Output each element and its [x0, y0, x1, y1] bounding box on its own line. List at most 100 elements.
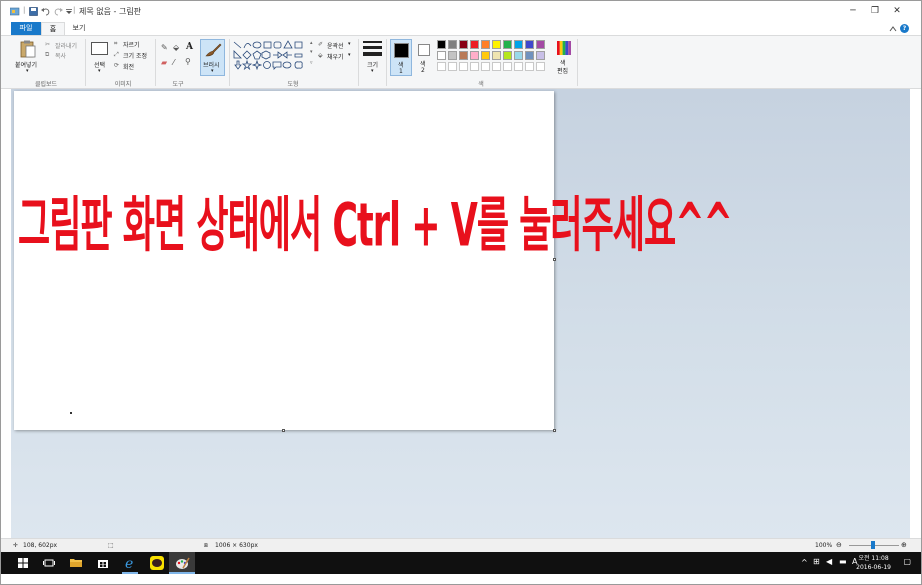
palette-swatch[interactable]: [470, 40, 479, 49]
palette-swatch[interactable]: [437, 51, 446, 60]
pencil-icon[interactable]: ✎: [161, 43, 168, 52]
palette-swatch[interactable]: [470, 51, 479, 60]
fill-button[interactable]: 채우기: [327, 52, 344, 61]
resize-button[interactable]: 크기 조정: [123, 51, 147, 60]
custom-color-slot[interactable]: [503, 62, 512, 71]
eraser-icon[interactable]: ▰: [161, 58, 167, 67]
palette-swatch[interactable]: [492, 51, 501, 60]
tab-home[interactable]: 홈: [41, 22, 65, 35]
clock[interactable]: 오전 11:08 2016-06-19: [856, 554, 891, 572]
resize-handle-corner[interactable]: [553, 429, 556, 432]
edit-colors-icon[interactable]: [557, 41, 571, 55]
taskbar: e ^ ⊞ ◀ ▬ A 오전 11:08 2016-06-19 ▢: [1, 552, 921, 574]
palette-swatch[interactable]: [448, 40, 457, 49]
fill-dropdown-icon[interactable]: ▾: [348, 52, 351, 58]
restore-button[interactable]: ❐: [867, 5, 883, 17]
palette-swatch[interactable]: [448, 51, 457, 60]
show-hidden-icons-icon[interactable]: ^: [801, 558, 808, 567]
edit-colors-label-2[interactable]: 편집: [557, 66, 568, 75]
undo-icon[interactable]: [41, 7, 51, 16]
color2-button[interactable]: 색 2: [416, 39, 434, 76]
palette-swatch[interactable]: [525, 51, 534, 60]
crop-icon[interactable]: ⌗: [114, 40, 117, 48]
palette-swatch[interactable]: [514, 51, 523, 60]
store-icon[interactable]: [95, 555, 111, 571]
shapes-scroll-up-icon[interactable]: ▴: [310, 40, 313, 46]
resize-handle-right[interactable]: [553, 258, 556, 261]
palette-swatch[interactable]: [437, 40, 446, 49]
palette-swatch[interactable]: [514, 40, 523, 49]
windows-start-icon[interactable]: [15, 555, 31, 571]
ribbon-collapse-icon[interactable]: [889, 26, 897, 32]
drawing-canvas[interactable]: 그림판 화면 상태에서 Ctrl + V를 눌러주세요^^: [14, 91, 733, 430]
outline-button[interactable]: 윤곽선: [327, 41, 344, 50]
kakaotalk-icon[interactable]: [149, 555, 165, 571]
resize-icon[interactable]: ⤢: [114, 51, 119, 59]
zoom-slider-thumb[interactable]: [871, 541, 875, 549]
zoom-in-icon[interactable]: ⊕: [901, 541, 907, 549]
rotate-button[interactable]: 회전: [123, 62, 134, 71]
cut-icon[interactable]: ✂: [45, 41, 50, 48]
tab-file[interactable]: 파일: [11, 22, 41, 35]
action-center-icon[interactable]: ▢: [903, 557, 911, 566]
custom-color-slot[interactable]: [481, 62, 490, 71]
palette-swatch[interactable]: [525, 40, 534, 49]
custom-color-slot[interactable]: [525, 62, 534, 71]
palette-swatch[interactable]: [459, 40, 468, 49]
paste-dropdown-icon[interactable]: ▾: [26, 68, 29, 74]
fill-icon[interactable]: ⬙: [318, 52, 323, 59]
minimize-button[interactable]: ─: [845, 5, 861, 17]
palette-swatch[interactable]: [481, 51, 490, 60]
size-dropdown-icon[interactable]: ▾: [371, 68, 374, 74]
shapes-scroll-down-icon[interactable]: ▾: [310, 49, 313, 55]
redo-icon[interactable]: [53, 7, 63, 16]
copy-button[interactable]: 복사: [55, 51, 66, 60]
shapes-gallery[interactable]: [233, 40, 309, 70]
copy-icon[interactable]: ⧉: [45, 51, 49, 59]
paste-icon[interactable]: [20, 40, 36, 58]
brushes-button[interactable]: 브러시 ▾: [200, 39, 225, 76]
edge-browser-icon[interactable]: e: [122, 555, 138, 571]
magnifier-icon[interactable]: ⚲: [185, 57, 191, 66]
save-icon[interactable]: [29, 7, 39, 16]
select-icon[interactable]: [91, 42, 108, 55]
custom-color-slot[interactable]: [459, 62, 468, 71]
zoom-out-icon[interactable]: ⊖: [836, 541, 842, 549]
custom-color-slot[interactable]: [492, 62, 501, 71]
select-dropdown-icon[interactable]: ▾: [98, 68, 101, 74]
file-explorer-icon[interactable]: [68, 555, 84, 571]
close-button[interactable]: ✕: [889, 5, 905, 17]
crop-button[interactable]: 자르기: [123, 40, 140, 49]
custom-color-slot[interactable]: [437, 62, 446, 71]
palette-swatch[interactable]: [459, 51, 468, 60]
palette-swatch[interactable]: [503, 40, 512, 49]
ribbon: 붙여넣기 ▾ ✂ 잘라내기 ⧉ 복사 클립보드 선택 ▾ ⌗ 자르기 ⤢ 크기 …: [1, 35, 921, 89]
outline-icon[interactable]: ✐: [318, 41, 323, 48]
custom-color-slot[interactable]: [536, 62, 545, 71]
shapes-more-icon[interactable]: ▿: [310, 60, 313, 66]
cut-button[interactable]: 잘라내기: [55, 41, 77, 50]
size-icon[interactable]: [363, 41, 382, 43]
palette-swatch[interactable]: [536, 40, 545, 49]
custom-color-slot[interactable]: [470, 62, 479, 71]
custom-color-slot[interactable]: [514, 62, 523, 71]
palette-swatch[interactable]: [481, 40, 490, 49]
color-picker-icon[interactable]: ⁄: [173, 58, 174, 67]
network-icon[interactable]: ⊞: [813, 557, 820, 566]
fill-bucket-icon[interactable]: ⬙: [173, 43, 179, 52]
resize-handle-bottom[interactable]: [282, 429, 285, 432]
rotate-icon[interactable]: ⟳: [114, 62, 119, 69]
volume-icon[interactable]: ◀: [826, 557, 832, 566]
palette-swatch[interactable]: [536, 51, 545, 60]
palette-swatch[interactable]: [492, 40, 501, 49]
palette-swatch[interactable]: [503, 51, 512, 60]
notification-message-icon[interactable]: ▬: [839, 557, 847, 566]
paint-taskbar-button[interactable]: [169, 552, 195, 574]
tab-view[interactable]: 보기: [65, 22, 93, 35]
custom-color-slot[interactable]: [448, 62, 457, 71]
help-icon[interactable]: ?: [900, 24, 909, 33]
text-tool-icon[interactable]: A: [186, 42, 193, 52]
color1-button[interactable]: 색 1: [390, 39, 412, 76]
outline-dropdown-icon[interactable]: ▾: [348, 41, 351, 47]
task-view-icon[interactable]: [41, 555, 57, 571]
